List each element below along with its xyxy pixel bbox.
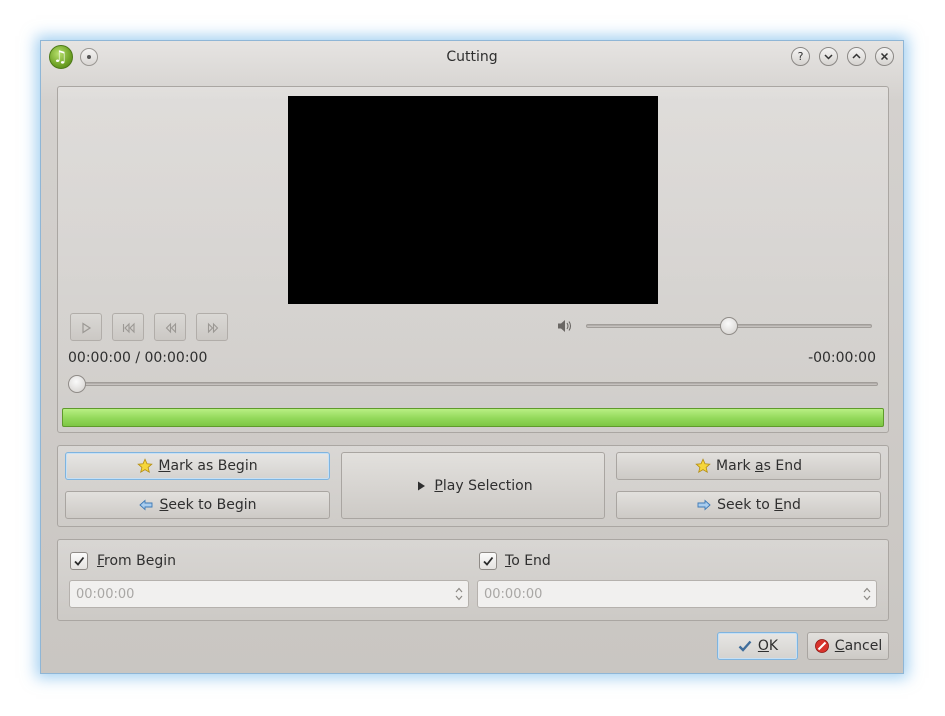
skip-back-button[interactable]	[112, 313, 144, 341]
to-end-label[interactable]: To End	[505, 553, 551, 569]
label-mnemonic: M	[158, 458, 171, 474]
label-mnemonic: C	[834, 638, 845, 654]
close-button[interactable]	[875, 47, 894, 66]
chevron-down-icon	[824, 54, 833, 60]
spin-arrows-icon[interactable]	[862, 585, 872, 603]
seek-forward-arrow-icon	[697, 499, 711, 511]
volume-slider-handle[interactable]	[720, 317, 738, 335]
seek-to-begin-button[interactable]: Seek to Begin	[65, 491, 330, 519]
selection-progress-bar	[62, 408, 884, 427]
volume-icon[interactable]	[556, 318, 574, 334]
rewind-button[interactable]	[154, 313, 186, 341]
label-pre: Mark	[716, 458, 756, 474]
cutting-dialog: Cutting ? 00:00:00 / 00:00:00 -00:00:00	[40, 40, 904, 674]
label-post: ark as Begin	[170, 458, 258, 474]
from-begin-label[interactable]: From Begin	[97, 553, 176, 569]
video-preview[interactable]	[288, 96, 658, 304]
chevron-up-icon	[852, 53, 861, 59]
close-icon	[880, 52, 889, 61]
star-icon	[695, 458, 711, 474]
seek-back-arrow-icon	[139, 499, 153, 511]
play-button[interactable]	[70, 313, 102, 341]
maximize-button[interactable]	[847, 47, 866, 66]
spin-arrows-icon[interactable]	[454, 585, 464, 603]
label-post: eek to Begin	[168, 497, 257, 513]
help-button[interactable]: ?	[791, 47, 810, 66]
help-icon: ?	[797, 50, 804, 63]
label-post: s End	[763, 458, 802, 474]
rewind-icon	[165, 322, 177, 334]
from-begin-checkbox[interactable]	[70, 552, 88, 570]
fast-forward-button[interactable]	[196, 313, 228, 341]
label-post: o End	[511, 553, 551, 569]
from-begin-time-input[interactable]	[76, 584, 395, 604]
checkmark-icon	[483, 556, 494, 566]
time-position: 00:00:00 / 00:00:00	[68, 350, 208, 366]
label-mnemonic: a	[755, 458, 764, 474]
to-end-time-field[interactable]	[477, 580, 877, 608]
seek-slider-track[interactable]	[71, 382, 878, 386]
seek-to-end-button[interactable]: Seek to End	[616, 491, 881, 519]
label-pre: Seek to	[717, 497, 775, 513]
to-end-time-input[interactable]	[484, 584, 803, 604]
play-icon	[418, 481, 426, 490]
skip-back-icon	[122, 322, 135, 334]
play-icon	[82, 322, 92, 334]
label-mnemonic: E	[774, 497, 784, 513]
time-remaining: -00:00:00	[808, 350, 876, 366]
title-bar[interactable]: Cutting ?	[41, 41, 903, 75]
ok-button[interactable]: OK	[717, 632, 798, 660]
label-mnemonic: P	[434, 477, 443, 494]
play-selection-button[interactable]: Play Selection	[341, 452, 605, 519]
label-post: nd	[783, 497, 801, 513]
seek-slider-handle[interactable]	[68, 375, 86, 393]
label-post: K	[768, 638, 779, 654]
label-post: ancel	[844, 638, 883, 654]
fast-forward-icon	[207, 322, 219, 334]
star-icon	[137, 458, 154, 474]
label-post: lay Selection	[442, 477, 533, 494]
checkmark-icon	[738, 640, 752, 652]
cancel-button[interactable]: Cancel	[807, 632, 889, 660]
from-begin-time-field[interactable]	[69, 580, 469, 608]
label-mnemonic: F	[97, 553, 105, 569]
mark-as-end-button[interactable]: Mark as End	[616, 452, 881, 480]
label-mnemonic: O	[757, 638, 769, 654]
label-post: rom Begin	[104, 553, 177, 569]
checkmark-icon	[74, 556, 85, 566]
minimize-button[interactable]	[819, 47, 838, 66]
cancel-icon	[814, 639, 829, 653]
to-end-checkbox[interactable]	[479, 552, 497, 570]
window-title: Cutting	[446, 49, 498, 65]
mark-as-begin-button[interactable]: Mark as Begin	[65, 452, 330, 480]
